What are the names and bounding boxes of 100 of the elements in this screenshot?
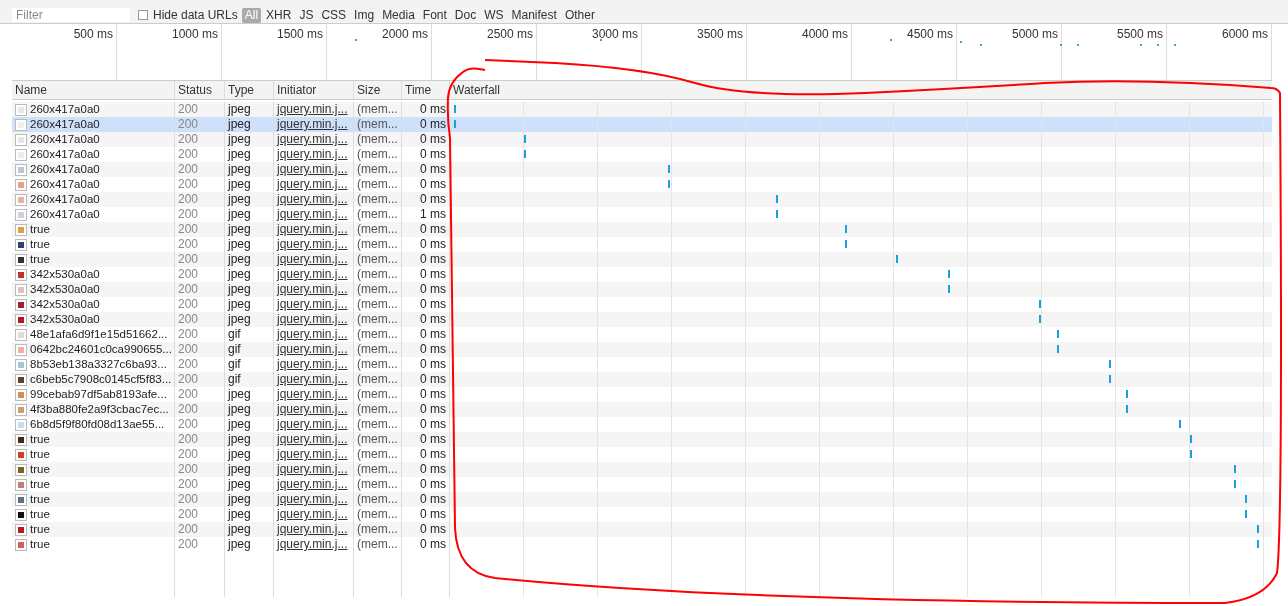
initiator-link[interactable]: jquery.min.j... xyxy=(277,357,348,372)
type-filter-button[interactable]: Doc xyxy=(451,7,480,23)
file-type: gif xyxy=(228,357,241,372)
file-name[interactable]: 342x530a0a0 xyxy=(30,282,100,297)
file-name[interactable]: 8b53eb138a3327c6ba93... xyxy=(30,357,167,372)
initiator-link[interactable]: jquery.min.j... xyxy=(277,387,348,402)
file-name[interactable]: true xyxy=(30,237,50,252)
initiator-link[interactable]: jquery.min.j... xyxy=(277,537,348,552)
type-filter-button[interactable]: Media xyxy=(379,7,418,23)
column-header[interactable]: Initiator xyxy=(274,81,354,99)
filter-field[interactable]: Filter xyxy=(12,8,130,22)
initiator-link[interactable]: jquery.min.j... xyxy=(277,342,348,357)
file-name[interactable]: 48e1afa6d9f1e15d51662... xyxy=(30,327,168,342)
file-name[interactable]: 4f3ba880fe2a9f3cbac7ec... xyxy=(30,402,169,417)
type-filter-button[interactable]: XHR xyxy=(263,7,295,23)
file-name[interactable]: c6beb5c7908c0145cf5f83... xyxy=(30,372,172,387)
file-name[interactable]: 260x417a0a0 xyxy=(30,117,100,132)
time-tick-label: 500 ms xyxy=(73,28,113,40)
file-type: jpeg xyxy=(228,102,251,117)
file-name[interactable]: 342x530a0a0 xyxy=(30,267,100,282)
timeline-mark xyxy=(980,44,982,46)
initiator-link[interactable]: jquery.min.j... xyxy=(277,507,348,522)
file-name[interactable]: true xyxy=(30,462,50,477)
initiator-link[interactable]: jquery.min.j... xyxy=(277,402,348,417)
type-filter-button[interactable]: JS xyxy=(296,7,317,23)
initiator-link[interactable]: jquery.min.j... xyxy=(277,522,348,537)
file-name[interactable]: true xyxy=(30,447,50,462)
initiator-link[interactable]: jquery.min.j... xyxy=(277,207,348,222)
initiator-link[interactable]: jquery.min.j... xyxy=(277,327,348,342)
initiator-link[interactable]: jquery.min.j... xyxy=(277,447,348,462)
initiator-link[interactable]: jquery.min.j... xyxy=(277,117,348,132)
size-text: (mem... xyxy=(357,342,398,357)
time-text: 0 ms xyxy=(420,432,446,447)
hide-data-urls-checkbox[interactable]: Hide data URLs xyxy=(138,8,238,22)
initiator-link[interactable]: jquery.min.j... xyxy=(277,237,348,252)
file-name[interactable]: 260x417a0a0 xyxy=(30,162,100,177)
file-name[interactable]: true xyxy=(30,492,50,507)
initiator-link[interactable]: jquery.min.j... xyxy=(277,417,348,432)
type-filter-button[interactable]: WS xyxy=(481,7,507,23)
time-tick-label: 1000 ms xyxy=(171,28,218,40)
column-header[interactable]: Name xyxy=(12,81,175,99)
size-text: (mem... xyxy=(357,357,398,372)
status-code: 200 xyxy=(178,147,199,162)
file-name[interactable]: 0642bc24601c0ca990655... xyxy=(30,342,172,357)
time-text: 0 ms xyxy=(420,312,446,327)
size-text: (mem... xyxy=(357,312,398,327)
initiator-link[interactable]: jquery.min.j... xyxy=(277,372,348,387)
initiator-link[interactable]: jquery.min.j... xyxy=(277,177,348,192)
column-header[interactable]: Status xyxy=(175,81,225,99)
initiator-link[interactable]: jquery.min.j... xyxy=(277,102,348,117)
initiator-link[interactable]: jquery.min.j... xyxy=(277,162,348,177)
file-name[interactable]: 342x530a0a0 xyxy=(30,312,100,327)
file-name[interactable]: true xyxy=(30,477,50,492)
file-name[interactable]: 260x417a0a0 xyxy=(30,102,100,117)
file-name[interactable]: 260x417a0a0 xyxy=(30,132,100,147)
initiator-link[interactable]: jquery.min.j... xyxy=(277,132,348,147)
initiator-link[interactable]: jquery.min.j... xyxy=(277,297,348,312)
time-text: 0 ms xyxy=(420,357,446,372)
file-name[interactable]: 260x417a0a0 xyxy=(30,207,100,222)
file-type: jpeg xyxy=(228,267,251,282)
size-text: (mem... xyxy=(357,297,398,312)
initiator-link[interactable]: jquery.min.j... xyxy=(277,462,348,477)
file-name[interactable]: 6b8d5f9f80fd08d13ae55... xyxy=(30,417,165,432)
file-name[interactable]: 260x417a0a0 xyxy=(30,177,100,192)
type-filter-button[interactable]: CSS xyxy=(318,7,350,23)
file-name[interactable]: 99cebab97df5ab8193afe... xyxy=(30,387,167,402)
time-text: 0 ms xyxy=(420,522,446,537)
initiator-link[interactable]: jquery.min.j... xyxy=(277,267,348,282)
file-name[interactable]: true xyxy=(30,252,50,267)
file-type: jpeg xyxy=(228,432,251,447)
type-filter-button[interactable]: Other xyxy=(561,7,598,23)
file-name[interactable]: 260x417a0a0 xyxy=(30,192,100,207)
file-name[interactable]: true xyxy=(30,537,50,552)
initiator-link[interactable]: jquery.min.j... xyxy=(277,147,348,162)
initiator-link[interactable]: jquery.min.j... xyxy=(277,282,348,297)
file-name[interactable]: true xyxy=(30,222,50,237)
file-name[interactable]: true xyxy=(30,432,50,447)
column-header[interactable]: Time xyxy=(402,81,450,99)
initiator-link[interactable]: jquery.min.j... xyxy=(277,252,348,267)
file-name[interactable]: 260x417a0a0 xyxy=(30,147,100,162)
file-name[interactable]: 342x530a0a0 xyxy=(30,297,100,312)
file-name[interactable]: true xyxy=(30,522,50,537)
type-filter-button[interactable]: Font xyxy=(419,7,450,23)
type-filter-button[interactable]: Manifest xyxy=(508,7,560,23)
file-name[interactable]: true xyxy=(30,507,50,522)
column-header[interactable]: Waterfall xyxy=(450,81,1271,99)
initiator-link[interactable]: jquery.min.j... xyxy=(277,432,348,447)
column-header[interactable]: Type xyxy=(225,81,274,99)
type-filter-button[interactable]: Img xyxy=(351,7,378,23)
time-text: 0 ms xyxy=(420,177,446,192)
initiator-link[interactable]: jquery.min.j... xyxy=(277,222,348,237)
initiator-link[interactable]: jquery.min.j... xyxy=(277,312,348,327)
column-header[interactable]: Size xyxy=(354,81,402,99)
status-code: 200 xyxy=(178,342,199,357)
initiator-link[interactable]: jquery.min.j... xyxy=(277,492,348,507)
status-code: 200 xyxy=(178,102,199,117)
time-tick-label: 5500 ms xyxy=(1116,28,1163,40)
initiator-link[interactable]: jquery.min.j... xyxy=(277,477,348,492)
file-type: jpeg xyxy=(228,207,251,222)
initiator-link[interactable]: jquery.min.j... xyxy=(277,192,348,207)
